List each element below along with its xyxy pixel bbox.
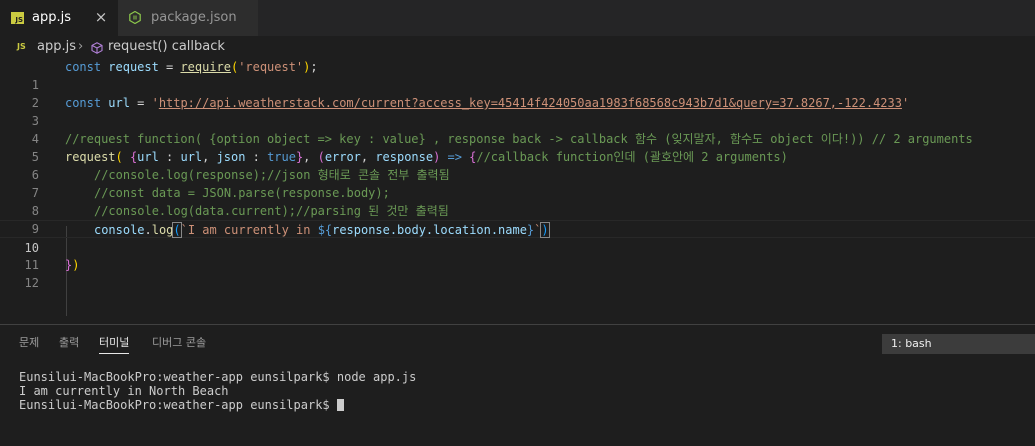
breadcrumb-separator: › <box>78 39 84 54</box>
url-link[interactable]: http://api.weatherstack.com/current?acce… <box>159 96 902 110</box>
matched-bracket: ( <box>172 222 182 238</box>
code-editor[interactable]: 1 const request = require('request'); 2 … <box>0 58 1035 324</box>
terminal-line: I am currently in North Beach <box>19 384 229 398</box>
code-token: ( <box>115 150 123 164</box>
code-token: url <box>108 96 130 110</box>
tab-output[interactable]: 출력 <box>59 334 79 354</box>
tab-terminal[interactable]: 터미널 <box>99 334 130 354</box>
nodejs-file-icon <box>129 11 141 24</box>
code-line: 11 <box>0 238 1035 272</box>
code-comment: //console.log(response);//json 형태로 콘솔 전부… <box>94 168 450 182</box>
code-line: 5 //request function( {option object => … <box>0 130 1035 164</box>
text-cursor <box>548 222 550 236</box>
tab-problems[interactable]: 문제 <box>19 334 39 354</box>
code-line: 9 //console.log(data.current);//parsing … <box>0 202 1035 236</box>
code-line: 4 <box>0 112 1035 146</box>
terminal-select[interactable]: 1: bash <box>882 334 1035 354</box>
code-token: 'request' <box>238 60 304 74</box>
code-line: 12 }) <box>0 256 1035 290</box>
code-token: true <box>267 150 296 164</box>
current-code-line: 10 console.log(`I am currently in ${resp… <box>0 220 1035 255</box>
code-token: const <box>65 60 102 74</box>
code-line: 2 <box>0 76 1035 110</box>
tab-label: package.json <box>151 10 237 25</box>
terminal-line: Eunsilui-MacBookPro:weather-app eunsilpa… <box>19 370 417 384</box>
code-token: url <box>180 150 203 164</box>
code-token: const <box>65 96 102 110</box>
code-comment: //const data = JSON.parse(response.body)… <box>94 186 390 200</box>
code-line: 7 //console.log(response);//json 형태로 콘솔 … <box>0 166 1035 200</box>
code-comment: //request function( {option object => ke… <box>65 132 973 146</box>
tab-app-js[interactable]: JS app.js × <box>0 0 118 36</box>
code-line: 1 const request = require('request'); <box>0 58 1035 92</box>
code-token: error <box>324 150 361 164</box>
tab-package-json[interactable]: package.json <box>118 0 259 36</box>
breadcrumb-symbol[interactable]: request() callback <box>108 39 225 54</box>
terminal-prompt-line: Eunsilui-MacBookPro:weather-app eunsilpa… <box>19 398 416 412</box>
code-token: ' <box>151 96 159 110</box>
code-line: 6 request( {url : url, json : true}, (er… <box>0 148 1035 182</box>
code-token: = <box>158 60 181 74</box>
code-token: ( <box>317 150 325 164</box>
code-token: ) <box>72 258 80 272</box>
bottom-panel: 문제 출력 터미널 디버그 콘솔 1: bash Eunsilui-MacBoo… <box>0 324 1035 446</box>
tab-debug-console[interactable]: 디버그 콘솔 <box>152 334 206 354</box>
code-token: `I am currently in <box>180 223 318 237</box>
matched-bracket: ) <box>540 222 550 238</box>
code-token: => <box>440 150 470 164</box>
terminal-select-value: 1: bash <box>891 337 932 350</box>
method-cube-icon <box>91 42 103 54</box>
code-token: console <box>94 223 145 237</box>
code-line: 3 const url = 'http://api.weatherstack.c… <box>0 94 1035 128</box>
code-token: ' <box>901 96 910 110</box>
code-token: log <box>151 223 174 237</box>
javascript-file-icon: JS <box>17 42 26 51</box>
code-token: request <box>108 60 159 74</box>
code-token: require <box>180 60 231 74</box>
code-token: request <box>65 150 116 164</box>
line-number: 12 <box>24 276 39 290</box>
code-token: = <box>129 96 152 110</box>
code-token: ; <box>310 60 318 74</box>
code-token: ${ <box>317 223 333 237</box>
code-token: url <box>137 150 159 164</box>
terminal-cursor <box>336 399 344 411</box>
close-icon[interactable]: × <box>93 9 109 25</box>
code-comment: //console.log(data.current);//parsing 된 … <box>94 204 449 218</box>
terminal-output[interactable]: Eunsilui-MacBookPro:weather-app eunsilpa… <box>19 370 416 412</box>
javascript-file-icon: JS <box>11 12 24 24</box>
code-token: json <box>216 150 246 164</box>
code-token: response <box>375 150 434 164</box>
terminal-line: Eunsilui-MacBookPro:weather-app eunsilpa… <box>19 398 337 412</box>
tab-label: app.js <box>32 10 71 25</box>
breadcrumb: JS app.js › request() callback <box>0 36 1035 58</box>
code-comment: //callback function인데 (괄호안에 2 arguments) <box>476 150 788 164</box>
code-line: 8 //const data = JSON.parse(response.bod… <box>0 184 1035 218</box>
breadcrumb-file[interactable]: app.js <box>37 39 76 54</box>
code-token: response.body.location.name <box>332 223 527 237</box>
editor-tab-bar: JS app.js × package.json <box>0 0 1035 36</box>
